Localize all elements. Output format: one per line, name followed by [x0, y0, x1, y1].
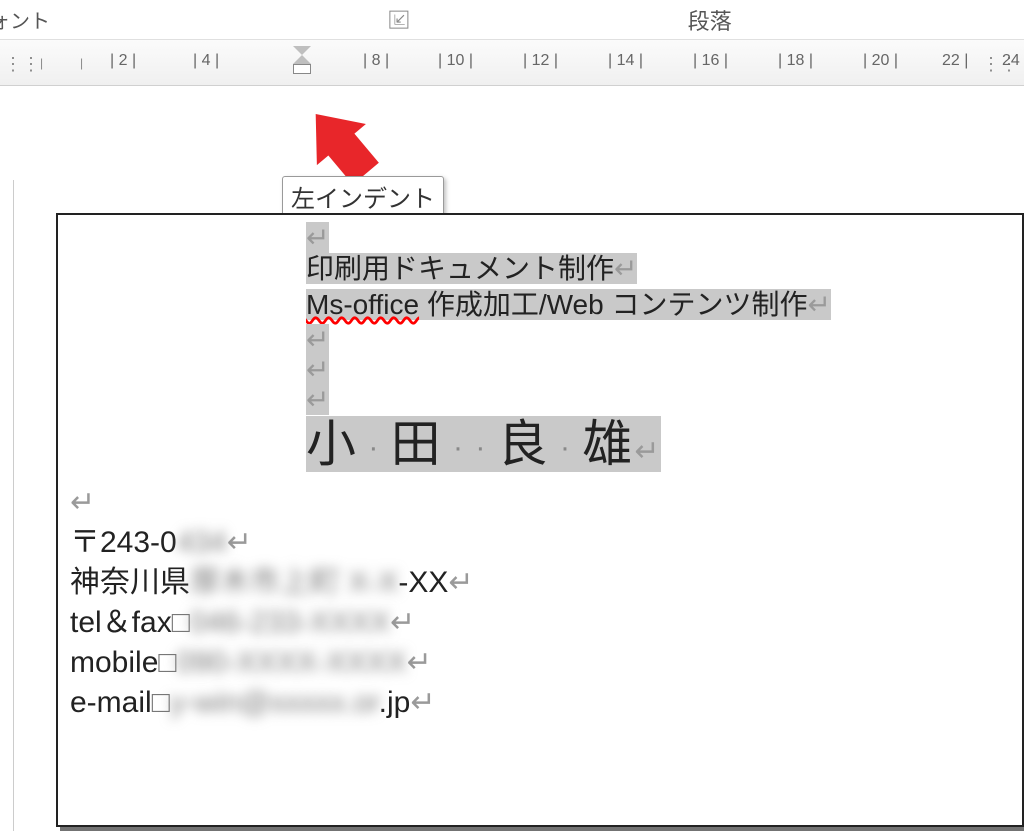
mobile-line[interactable]: mobile□090-XXXX-XXXX↵ [70, 643, 1010, 683]
horizontal-ruler[interactable]: ⋮⋮ | | | 2 | | 4 | | 8 | | 10 | | 12 | |… [0, 40, 1024, 86]
document-page[interactable]: ↵ 印刷用ドキュメント制作↵ Ms-office 作成加工/Web コンテンツ制… [56, 213, 1024, 827]
annotation-arrow-icon [303, 93, 391, 184]
tel-line[interactable]: tel＆fax□046-233-XXXX↵ [70, 603, 1010, 643]
left-indent-marker[interactable] [291, 46, 313, 74]
ruler-tick: | 10 | [438, 52, 473, 70]
left-margin-guide [0, 180, 14, 831]
ruler-tick: | 14 | [608, 52, 643, 70]
paragraph-mark: ↵ [70, 486, 95, 519]
ruler-tick: | 4 | [193, 52, 219, 70]
ruler-tick: | 18 | [778, 52, 813, 70]
ruler-tick: | 8 | [363, 52, 389, 70]
ribbon: ォント ⇲ 段落 [0, 0, 1024, 40]
text-line[interactable]: 印刷用ドキュメント制作↵ [306, 253, 637, 284]
postal-line[interactable]: 〒243-0434↵ [70, 523, 1010, 563]
ruler-tick: | 2 | [110, 52, 136, 70]
email-line[interactable]: e-mail□y-win@xxxxx.or.jp↵ [70, 683, 1010, 723]
font-group-label: ォント [0, 5, 50, 34]
dialog-launcher-icon[interactable]: ⇲ [389, 11, 408, 29]
ruler-tick: 22 | [942, 52, 968, 70]
ruler-tick: 24 [1002, 52, 1020, 70]
ruler-tick: | 20 | [863, 52, 898, 70]
paragraph-mark: ↵ [306, 222, 329, 253]
name-text[interactable]: 小 · 田 · · 良 · 雄↵ [306, 416, 661, 472]
paragraph-group-label: 段落 [688, 4, 732, 36]
address-line[interactable]: 神奈川県厚木市上町 X-X-XX↵ [70, 563, 1010, 603]
first-line-indent-icon[interactable] [293, 46, 311, 55]
paragraph-mark: ↵ [306, 354, 329, 385]
ruler-minor: | [80, 56, 83, 70]
tab-well-left-icon[interactable]: ⋮⋮ [4, 54, 40, 75]
paragraph-mark: ↵ [306, 384, 329, 415]
left-indent-box-icon[interactable] [293, 64, 311, 74]
hanging-indent-icon[interactable] [293, 55, 311, 64]
indent-tooltip: 左インデント [282, 176, 444, 217]
paragraph-mark: ↵ [306, 324, 329, 355]
text-line[interactable]: Ms-office 作成加工/Web コンテンツ制作↵ [306, 289, 831, 320]
ruler-tick: | 12 | [523, 52, 558, 70]
ruler-tick: | 16 | [693, 52, 728, 70]
ruler-minor: | [40, 56, 43, 70]
